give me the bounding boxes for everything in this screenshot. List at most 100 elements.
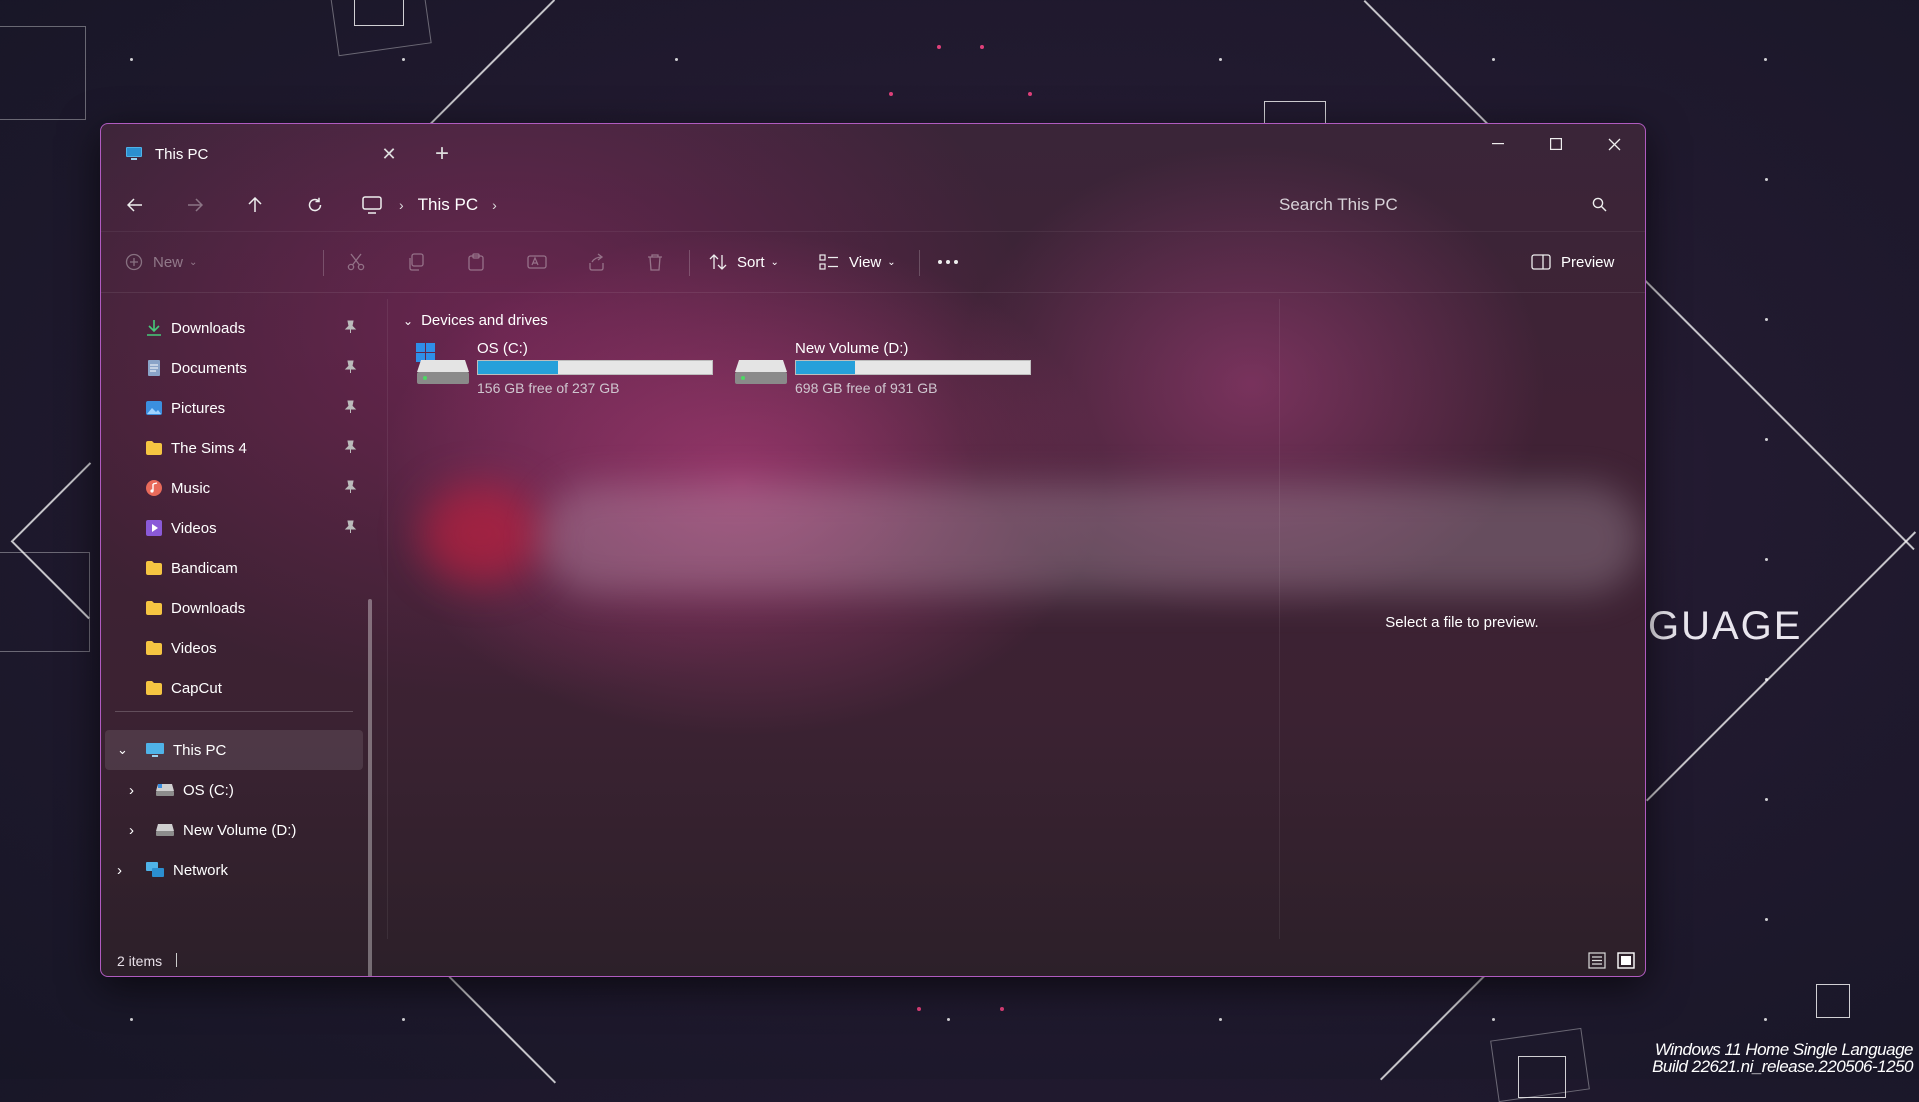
drive-usage-fill xyxy=(478,361,558,374)
sidebar-scrollbar[interactable] xyxy=(368,599,372,976)
wallpaper-square xyxy=(0,26,86,120)
sidebar-item-label: Music xyxy=(171,479,211,497)
sidebar-item-new-volume-d[interactable]: › New Volume (D:) xyxy=(105,813,363,847)
preview-pane-button[interactable]: Preview xyxy=(1531,246,1614,278)
minimize-button[interactable] xyxy=(1469,124,1527,164)
star-dot xyxy=(1765,918,1768,921)
documents-icon xyxy=(148,360,160,376)
computer-icon xyxy=(126,147,142,160)
chevron-down-icon: ⌄ xyxy=(887,256,896,268)
pin-icon[interactable] xyxy=(343,440,357,454)
close-icon[interactable]: ✕ xyxy=(379,144,399,164)
view-button[interactable]: View ⌄ xyxy=(819,246,896,278)
maximize-icon xyxy=(1550,138,1562,150)
search-input[interactable]: Search This PC xyxy=(1261,187,1631,223)
new-label: New xyxy=(153,253,184,271)
drive-usage-bar xyxy=(795,360,1031,375)
share-button[interactable] xyxy=(587,246,605,278)
pin-icon[interactable] xyxy=(343,320,357,334)
sidebar-item-videos-folder[interactable]: Videos xyxy=(105,631,363,665)
sort-button[interactable]: Sort ⌄ xyxy=(709,246,779,278)
paste-button[interactable] xyxy=(467,246,485,278)
trash-icon xyxy=(648,254,662,271)
forward-button[interactable] xyxy=(177,189,213,221)
chevron-right-icon[interactable]: › xyxy=(486,197,503,213)
pin-icon[interactable] xyxy=(343,480,357,494)
up-button[interactable] xyxy=(237,189,273,221)
chevron-right-icon[interactable]: › xyxy=(129,782,145,799)
chevron-right-icon[interactable]: › xyxy=(393,197,410,213)
navigation-bar: › This PC › Search This PC xyxy=(101,179,1645,232)
pin-icon[interactable] xyxy=(343,520,357,534)
tab-this-pc[interactable]: This PC ✕ xyxy=(111,132,411,176)
wallpaper-line xyxy=(1644,280,1915,550)
details-view-icon[interactable] xyxy=(1588,952,1606,969)
sidebar-item-the-sims-4[interactable]: The Sims 4 xyxy=(105,431,363,465)
sidebar-item-os-c[interactable]: › OS (C:) xyxy=(105,773,363,807)
drive-usage-fill xyxy=(796,361,855,374)
sidebar-item-downloads[interactable]: Downloads xyxy=(105,311,363,345)
status-bar: 2 items xyxy=(101,944,1645,976)
group-header-devices[interactable]: ⌄ Devices and drives xyxy=(403,312,548,329)
watermark-build: Build 22621.ni_release.220506-1250 xyxy=(1652,1057,1913,1076)
sidebar-item-label: OS (C:) xyxy=(183,781,234,799)
address-bar[interactable]: › This PC › xyxy=(361,187,503,223)
chevron-right-icon[interactable]: › xyxy=(117,862,133,879)
chevron-right-icon[interactable]: › xyxy=(129,822,145,839)
view-icon xyxy=(819,254,838,270)
drive-icon xyxy=(156,824,174,836)
star-dot xyxy=(1764,1018,1767,1021)
copy-button[interactable] xyxy=(407,246,425,278)
cut-button[interactable] xyxy=(347,246,365,278)
sidebar-item-label: This PC xyxy=(173,741,227,759)
star-dot xyxy=(1765,798,1768,801)
music-icon xyxy=(146,480,162,496)
sidebar-item-downloads-folder[interactable]: Downloads xyxy=(105,591,363,625)
more-options-button[interactable] xyxy=(937,246,959,278)
sidebar-item-label: CapCut xyxy=(171,679,222,697)
sidebar-item-documents[interactable]: Documents xyxy=(105,351,363,385)
sidebar-item-network[interactable]: › Network xyxy=(105,853,363,887)
delete-button[interactable] xyxy=(647,246,663,278)
pin-icon[interactable] xyxy=(343,400,357,414)
back-button[interactable] xyxy=(117,189,153,221)
arrow-left-icon xyxy=(127,198,142,212)
drive-tile-new-volume-d[interactable]: New Volume (D:) 698 GB free of 931 GB xyxy=(733,334,1043,396)
sidebar-item-bandicam[interactable]: Bandicam xyxy=(105,551,363,585)
chevron-down-icon[interactable]: ⌄ xyxy=(117,742,133,758)
star-dot xyxy=(402,58,405,61)
plus-circle-icon xyxy=(125,253,143,271)
windows-drive-icon xyxy=(416,343,469,384)
star-dot xyxy=(1492,1018,1495,1021)
rename-button[interactable] xyxy=(527,246,547,278)
drive-usage-bar xyxy=(477,360,713,375)
plus-icon[interactable]: + xyxy=(431,142,453,166)
close-button[interactable] xyxy=(1585,124,1643,164)
new-button[interactable]: New ⌄ xyxy=(125,246,197,278)
navigation-pane: Downloads Documents Pictures The Sims 4 … xyxy=(101,294,381,976)
drive-tile-os-c[interactable]: OS (C:) 156 GB free of 237 GB xyxy=(415,334,725,396)
sidebar-item-music[interactable]: Music xyxy=(105,471,363,505)
breadcrumb-this-pc[interactable]: This PC xyxy=(410,195,486,215)
pink-dot xyxy=(980,45,984,49)
sidebar-item-pictures[interactable]: Pictures xyxy=(105,391,363,425)
preview-label: Preview xyxy=(1561,253,1615,271)
maximize-button[interactable] xyxy=(1527,124,1585,164)
tiles-view-icon[interactable] xyxy=(1617,952,1635,969)
share-icon xyxy=(589,253,604,271)
arrow-right-icon xyxy=(188,198,203,212)
sidebar-item-this-pc[interactable]: ⌄ This PC xyxy=(105,730,363,770)
minimize-icon xyxy=(1492,143,1504,145)
sidebar-item-videos[interactable]: Videos xyxy=(105,511,363,545)
toolbar-divider xyxy=(323,250,324,276)
star-dot xyxy=(130,1018,133,1021)
refresh-button[interactable] xyxy=(297,189,333,221)
preview-pane-icon xyxy=(1531,254,1551,270)
wallpaper-square xyxy=(330,0,432,57)
pin-icon[interactable] xyxy=(343,360,357,374)
wallpaper-square xyxy=(1816,984,1850,1018)
sidebar-item-capcut[interactable]: CapCut xyxy=(105,671,363,705)
star-dot xyxy=(402,1018,405,1021)
drive-free-space: 698 GB free of 931 GB xyxy=(795,380,938,396)
toolbar-divider xyxy=(919,250,920,276)
